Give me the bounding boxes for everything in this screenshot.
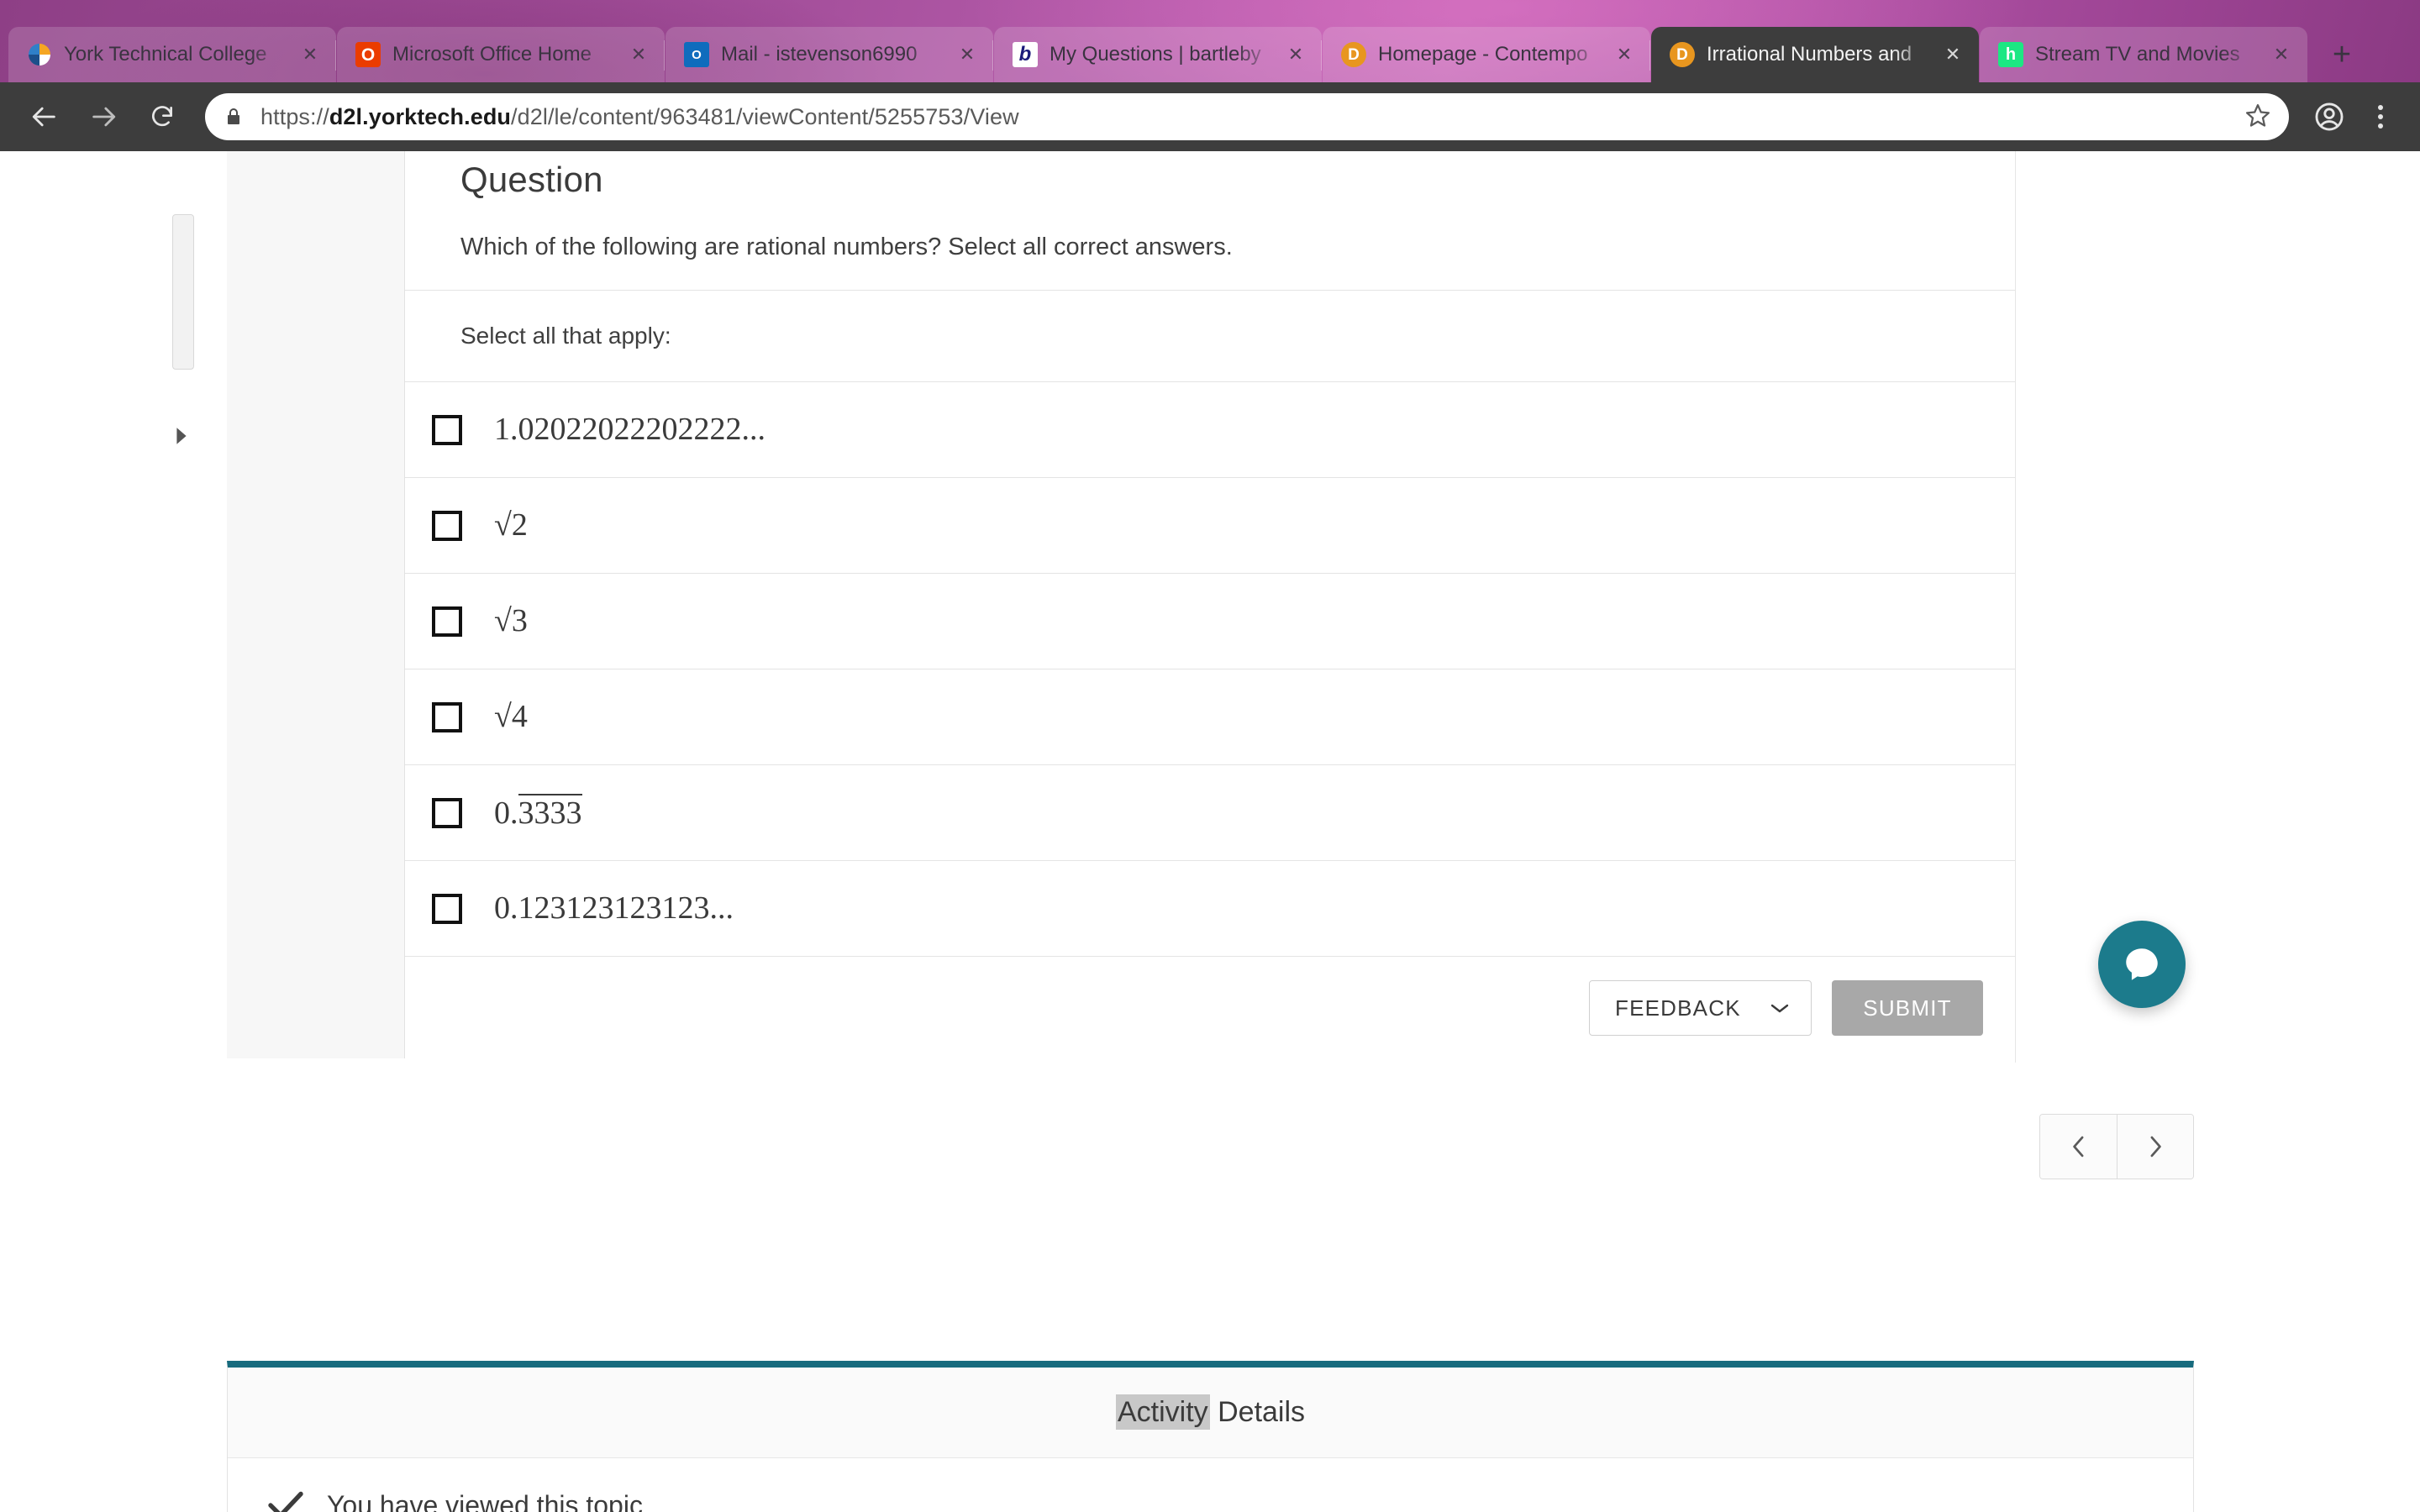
- feedback-button-label: FEEDBACK: [1615, 995, 1741, 1021]
- tab-title: Homepage - Contempo: [1378, 43, 1588, 66]
- url-host: d2l.yorktech.edu: [329, 103, 512, 129]
- select-all-instruction: Select all that apply:: [405, 291, 2015, 382]
- tab-close-icon[interactable]: ✕: [953, 40, 981, 69]
- activity-title-rest: Details: [1209, 1396, 1306, 1428]
- option-row-5[interactable]: 0.123123123123...: [405, 861, 2015, 957]
- url-scheme: https://: [260, 103, 329, 129]
- option-label-2: √3: [494, 602, 528, 638]
- activity-details-body: You have viewed this topic: [228, 1458, 2193, 1512]
- bookmark-star-icon[interactable]: [2230, 102, 2270, 132]
- tab-close-icon[interactable]: ✕: [1939, 40, 1967, 69]
- submit-button[interactable]: SUBMIT: [1832, 980, 1983, 1036]
- sidebar-collapse-handle[interactable]: [172, 214, 194, 370]
- option-label-3: √4: [494, 698, 528, 734]
- tab-close-icon[interactable]: ✕: [624, 40, 653, 69]
- left-rail: [227, 151, 405, 1058]
- option-row-2[interactable]: √3: [405, 574, 2015, 669]
- reload-icon[interactable]: [136, 91, 188, 143]
- browser-window: York Technical College ✕ O Microsoft Off…: [0, 0, 2420, 1512]
- option-row-1[interactable]: √2: [405, 478, 2015, 574]
- activity-title-selected-word: Activity: [1115, 1394, 1210, 1430]
- option-row-0[interactable]: 1.02022022202222...: [405, 382, 2015, 478]
- browser-titlebar: York Technical College ✕ O Microsoft Off…: [0, 0, 2420, 82]
- browser-tab-0[interactable]: York Technical College ✕: [8, 27, 336, 82]
- hulu-icon: h: [1998, 42, 2023, 67]
- url-path: /d2l/le/content/963481/viewContent/52557…: [511, 103, 1019, 129]
- tab-title: Mail - istevenson6990: [721, 43, 918, 66]
- chrome-menu-icon[interactable]: [2360, 105, 2402, 129]
- checkbox-option-0[interactable]: [432, 414, 462, 445]
- tab-close-icon[interactable]: ✕: [1610, 40, 1639, 69]
- browser-tab-6[interactable]: h Stream TV and Movies ✕: [1980, 27, 2307, 82]
- checkmark-icon: [268, 1491, 303, 1512]
- browser-tab-1[interactable]: O Microsoft Office Home ✕: [337, 27, 665, 82]
- new-tab-button[interactable]: +: [2317, 29, 2367, 80]
- page-viewport: Question Which of the following are rati…: [0, 151, 2420, 1512]
- question-footer: FEEDBACK SUBMIT: [405, 957, 2015, 1063]
- profile-avatar-icon[interactable]: [2306, 101, 2353, 133]
- forward-icon[interactable]: [77, 91, 129, 143]
- repeating-decimal-prefix: 0.: [494, 795, 518, 832]
- checkbox-option-2[interactable]: [432, 606, 462, 637]
- tab-close-icon[interactable]: ✕: [296, 40, 324, 69]
- chevron-right-icon[interactable]: [172, 424, 191, 451]
- checkbox-option-3[interactable]: [432, 701, 462, 732]
- viewed-topic-text: You have viewed this topic: [327, 1489, 643, 1512]
- activity-details-title: Activity Details: [1115, 1394, 1306, 1430]
- chevron-down-icon: [1769, 1001, 1791, 1015]
- browser-tab-4[interactable]: D Homepage - Contempo ✕: [1323, 27, 1650, 82]
- browser-toolbar: https://d2l.yorktech.edu/d2l/le/content/…: [0, 82, 2420, 151]
- feedback-button[interactable]: FEEDBACK: [1589, 980, 1812, 1036]
- browser-tab-2[interactable]: O Mail - istevenson6990 ✕: [666, 27, 993, 82]
- microsoft-office-icon: O: [355, 42, 381, 67]
- pagination-controls: [2039, 1114, 2194, 1179]
- option-label-0: 1.02022022202222...: [494, 411, 765, 447]
- next-page-button[interactable]: [2117, 1115, 2193, 1179]
- outlook-icon: O: [684, 42, 709, 67]
- tab-close-icon[interactable]: ✕: [2267, 40, 2296, 69]
- browser-tab-5-active[interactable]: D Irrational Numbers and ✕: [1651, 27, 1979, 82]
- question-heading-row: Question: [405, 151, 2015, 200]
- bartleby-icon: b: [1013, 42, 1038, 67]
- chat-launcher-button[interactable]: [2098, 921, 2186, 1008]
- url-text: https://d2l.yorktech.edu/d2l/le/content/…: [260, 104, 1019, 130]
- brightspace-icon: D: [1670, 42, 1695, 67]
- chat-bubble-icon: [2126, 948, 2158, 980]
- checkbox-option-4[interactable]: [432, 797, 462, 828]
- question-prompt: Which of the following are rational numb…: [405, 200, 2015, 291]
- activity-details-header: Activity Details: [228, 1368, 2193, 1458]
- checkbox-option-5[interactable]: [432, 893, 462, 924]
- tab-title: York Technical College: [64, 43, 267, 66]
- tab-title: Microsoft Office Home: [392, 43, 592, 66]
- back-icon[interactable]: [18, 91, 71, 143]
- option-row-4[interactable]: 0.3333: [405, 765, 2015, 861]
- tab-title: Stream TV and Movies: [2035, 43, 2240, 66]
- activity-details-panel: Activity Details You have viewed this to…: [227, 1361, 2194, 1512]
- question-card: Question Which of the following are rati…: [405, 151, 2016, 1063]
- tab-title: My Questions | bartleby: [1050, 43, 1261, 66]
- option-label-1: √2: [494, 507, 528, 543]
- previous-page-button[interactable]: [2040, 1115, 2117, 1179]
- repeating-decimal-overline: 3333: [518, 794, 582, 832]
- page-title: Question: [460, 160, 603, 199]
- option-label-5: 0.123123123123...: [494, 890, 734, 926]
- address-bar[interactable]: https://d2l.yorktech.edu/d2l/le/content/…: [205, 93, 2289, 140]
- york-technical-college-icon: [27, 42, 52, 67]
- browser-tab-3[interactable]: b My Questions | bartleby ✕: [994, 27, 1322, 82]
- lock-icon: [224, 106, 245, 128]
- option-row-3[interactable]: √4: [405, 669, 2015, 765]
- tab-close-icon[interactable]: ✕: [1281, 40, 1310, 69]
- tab-title: Irrational Numbers and: [1707, 43, 1912, 66]
- tab-strip: York Technical College ✕ O Microsoft Off…: [8, 0, 2308, 82]
- option-label-4: 0.3333: [494, 794, 582, 832]
- checkbox-option-1[interactable]: [432, 510, 462, 541]
- brightspace-icon: D: [1341, 42, 1366, 67]
